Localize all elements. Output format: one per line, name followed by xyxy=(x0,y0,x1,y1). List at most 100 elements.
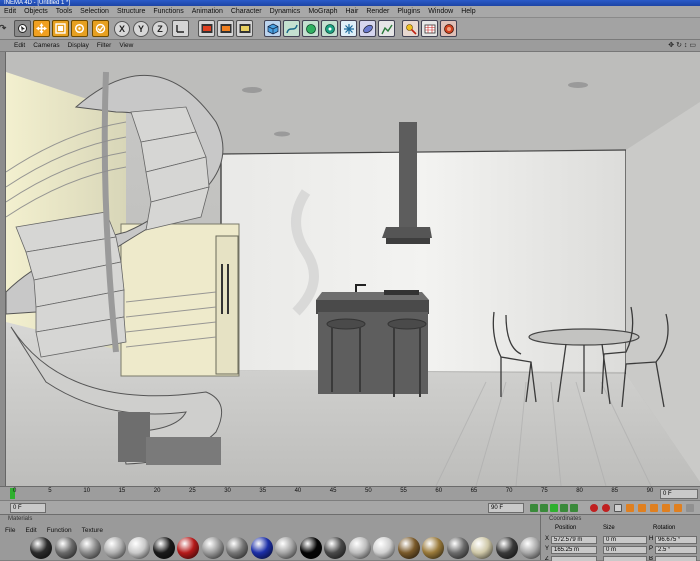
3d-viewport[interactable] xyxy=(6,52,700,486)
y-axis-lock-button[interactable]: Y xyxy=(133,21,149,37)
size-x-field[interactable]: 0 m xyxy=(603,536,647,544)
material-swatch[interactable] xyxy=(422,537,444,559)
scene-object-icon[interactable] xyxy=(378,20,395,37)
material-swatch[interactable] xyxy=(348,537,371,559)
z-axis-lock-button[interactable]: Z xyxy=(152,21,168,37)
coordinate-system-icon[interactable] xyxy=(172,20,189,37)
camera-icon[interactable] xyxy=(421,20,438,37)
menu-help[interactable]: Help xyxy=(457,6,479,18)
material-swatch[interactable] xyxy=(152,537,175,559)
x-axis-lock-button[interactable]: X xyxy=(114,21,130,37)
menu-mograph[interactable]: MoGraph xyxy=(304,6,341,18)
rotate-view-icon[interactable]: ↻ xyxy=(676,42,682,49)
position-x-field[interactable]: 572.579 m xyxy=(551,536,597,544)
scale-tool-icon[interactable] xyxy=(52,20,69,37)
material-swatch[interactable] xyxy=(446,537,469,559)
end-frame-field[interactable]: 90 F xyxy=(488,503,524,513)
goto-start-icon[interactable] xyxy=(530,504,538,512)
material-swatch[interactable] xyxy=(495,537,518,559)
menu-edit[interactable]: Edit xyxy=(0,6,20,18)
render-settings-icon[interactable] xyxy=(236,20,253,37)
menu-dynamics[interactable]: Dynamics xyxy=(266,6,305,18)
environment-icon[interactable] xyxy=(440,20,457,37)
position-z-field[interactable] xyxy=(551,556,597,561)
render-picture-viewer-icon[interactable] xyxy=(217,20,234,37)
size-y-field[interactable]: 0 m xyxy=(603,546,647,554)
rotation-p-field[interactable]: 2.5 ° xyxy=(655,546,697,554)
prev-frame-icon[interactable] xyxy=(540,504,548,512)
material-swatch[interactable] xyxy=(299,537,322,559)
render-view-icon[interactable] xyxy=(198,20,215,37)
redo-icon[interactable]: ↷ xyxy=(0,20,11,37)
viewport-menu-filter[interactable]: Filter xyxy=(93,42,115,49)
menu-plugins[interactable]: Plugins xyxy=(393,6,424,18)
material-swatch[interactable] xyxy=(54,537,77,559)
keyframe-selection-icon[interactable] xyxy=(614,504,622,512)
maximize-view-icon[interactable]: ▭ xyxy=(689,42,696,49)
cube-primitive-icon[interactable] xyxy=(264,20,281,37)
array-icon[interactable] xyxy=(321,20,338,37)
rotate-tool-icon[interactable] xyxy=(71,20,88,37)
menu-hair[interactable]: Hair xyxy=(342,6,363,18)
menu-selection[interactable]: Selection xyxy=(76,6,113,18)
menu-tools[interactable]: Tools xyxy=(52,6,76,18)
play-icon[interactable] xyxy=(550,504,558,512)
scale-key-icon[interactable] xyxy=(638,504,646,512)
material-swatch[interactable] xyxy=(128,537,150,559)
goto-end-icon[interactable] xyxy=(570,504,578,512)
material-swatch[interactable] xyxy=(79,537,101,559)
spline-pen-icon[interactable] xyxy=(283,20,300,37)
material-swatch[interactable] xyxy=(250,537,273,559)
material-menu-function[interactable]: Function xyxy=(42,527,77,534)
material-swatch[interactable] xyxy=(226,537,248,559)
material-swatch[interactable] xyxy=(201,537,224,559)
live-selection-icon[interactable] xyxy=(14,20,31,37)
rotation-key-icon[interactable] xyxy=(650,504,658,512)
zoom-view-icon[interactable]: ↕ xyxy=(684,42,688,49)
material-menu-file[interactable]: File xyxy=(0,527,20,534)
menu-functions[interactable]: Functions xyxy=(149,6,187,18)
material-swatch[interactable] xyxy=(520,537,542,559)
nurbs-icon[interactable] xyxy=(302,20,319,37)
recent-tools-icon[interactable] xyxy=(92,20,109,37)
position-y-field[interactable]: 165.25 m xyxy=(551,546,597,554)
material-swatch[interactable] xyxy=(103,537,126,559)
menu-structure[interactable]: Structure xyxy=(113,6,149,18)
rotation-b-field[interactable] xyxy=(655,556,697,561)
material-swatch[interactable] xyxy=(397,537,420,559)
deformer-icon[interactable] xyxy=(359,20,376,37)
material-swatch[interactable] xyxy=(30,537,52,559)
material-swatch[interactable] xyxy=(177,537,199,559)
record-icon[interactable] xyxy=(590,504,598,512)
material-menu-edit[interactable]: Edit xyxy=(20,527,41,534)
rotation-h-field[interactable]: 96.675 ° xyxy=(655,536,697,544)
menu-animation[interactable]: Animation xyxy=(188,6,227,18)
pla-key-icon[interactable] xyxy=(674,504,682,512)
material-swatch[interactable] xyxy=(275,537,297,559)
size-z-field[interactable] xyxy=(603,556,647,561)
material-swatch[interactable] xyxy=(373,537,395,559)
viewport-menu-display[interactable]: Display xyxy=(64,42,93,49)
menu-render[interactable]: Render xyxy=(362,6,393,18)
timeline-settings-icon[interactable] xyxy=(686,504,694,512)
autokey-icon[interactable] xyxy=(602,504,610,512)
viewport-menu-cameras[interactable]: Cameras xyxy=(29,42,63,49)
start-frame-field[interactable]: 0 F xyxy=(10,503,46,513)
particle-emitter-icon[interactable] xyxy=(340,20,357,37)
next-frame-icon[interactable] xyxy=(560,504,568,512)
timeline-frame-field[interactable]: 0 F xyxy=(660,489,698,499)
material-menu-texture[interactable]: Texture xyxy=(77,527,108,534)
timeline-ruler[interactable]: 0 5 10 15 20 25 30 35 40 45 50 55 60 65 70 75 80 85 90 0 F xyxy=(0,486,700,500)
parameter-key-icon[interactable] xyxy=(662,504,670,512)
light-icon[interactable] xyxy=(402,20,419,37)
position-key-icon[interactable] xyxy=(626,504,634,512)
viewport-menu-edit[interactable]: Edit xyxy=(10,42,29,49)
move-view-icon[interactable]: ✥ xyxy=(668,42,674,49)
menu-character[interactable]: Character xyxy=(227,6,266,18)
viewport-menu-view[interactable]: View xyxy=(115,42,137,49)
menu-window[interactable]: Window xyxy=(424,6,457,18)
move-tool-icon[interactable] xyxy=(33,20,50,37)
material-swatch[interactable] xyxy=(324,537,346,559)
menu-objects[interactable]: Objects xyxy=(20,6,52,18)
material-swatch[interactable] xyxy=(471,537,493,559)
